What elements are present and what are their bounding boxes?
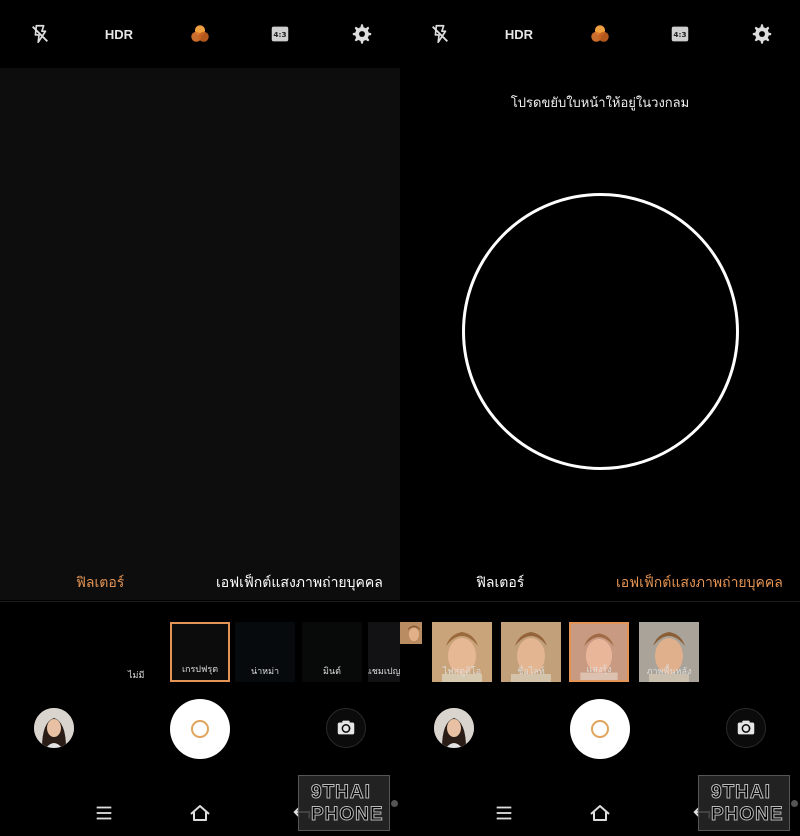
tab-portrait-lighting[interactable]: เอฟเฟ็กต์แสงภาพถ่ายบุคคล: [616, 572, 783, 594]
filter-icon[interactable]: [188, 22, 212, 46]
gallery-avatar[interactable]: [34, 708, 74, 748]
effect-studio-light[interactable]: ไฟสตูดิโอ: [432, 622, 492, 682]
filter-label: น่าหม่า: [250, 667, 280, 677]
tab-filter[interactable]: ฟิลเตอร์: [476, 572, 524, 594]
home-icon[interactable]: [188, 801, 212, 825]
watermark-line1: 9THAI: [311, 782, 371, 804]
watermark-logo: 9THAI PHONE: [298, 775, 390, 831]
camera-screen-portrait: HDR 4:3 โปรดขยับใบหน้าให้อยู่ในวงกลม ฟิล…: [400, 0, 800, 836]
switch-camera-icon[interactable]: [726, 708, 766, 748]
effect-contour-light[interactable]: ชื่อไลท์: [501, 622, 561, 682]
filter-grapefruit[interactable]: เกรปฟรุต: [170, 622, 230, 682]
flash-off-icon[interactable]: [28, 22, 52, 46]
watermark-dot: [391, 800, 398, 807]
gear-icon[interactable]: [750, 22, 774, 46]
svg-text:4:3: 4:3: [673, 30, 686, 39]
effect-label: ชื่อไลท์: [517, 667, 545, 677]
gear-icon[interactable]: [350, 22, 374, 46]
home-icon[interactable]: [588, 801, 612, 825]
divider: [400, 601, 800, 602]
filter-none-label[interactable]: ไม่มี: [128, 668, 144, 682]
shutter-button[interactable]: [170, 699, 230, 759]
watermark-line2: PHONE: [311, 804, 384, 826]
effect-thumb-partial[interactable]: [400, 622, 422, 682]
camera-screen-filter: HDR 4:3 ฟิลเตอร์ เอฟเฟ็กต์แสงภาพถ่ายบุคค…: [0, 0, 400, 836]
switch-camera-icon[interactable]: [326, 708, 366, 748]
watermark-logo: 9THAI PHONE: [698, 775, 790, 831]
camera-topbar: HDR 4:3: [400, 0, 800, 68]
filter-mint[interactable]: มินต์: [302, 622, 362, 682]
svg-text:4:3: 4:3: [273, 30, 286, 39]
filter-label: มินต์: [323, 667, 341, 677]
shutter-button[interactable]: [570, 699, 630, 759]
face-guide-circle: [462, 193, 739, 470]
menu-icon[interactable]: [492, 801, 516, 825]
aspect-ratio-icon[interactable]: 4:3: [668, 22, 692, 46]
face-instruction-text: โปรดขยับใบหน้าให้อยู่ในวงกลม: [510, 96, 690, 111]
menu-icon[interactable]: [92, 801, 116, 825]
shutter-ring-icon: [191, 720, 209, 738]
effect-rainbow-light[interactable]: แสงรุ้ง: [569, 622, 629, 682]
gallery-avatar[interactable]: [434, 708, 474, 748]
filter-thumb[interactable]: น่าหม่า: [235, 622, 295, 682]
filter-icon[interactable]: [588, 22, 612, 46]
flash-off-icon[interactable]: [428, 22, 452, 46]
camera-topbar: HDR 4:3: [0, 0, 400, 68]
filter-label: แชมเปญ: [368, 667, 400, 677]
watermark-line1: 9THAI: [711, 782, 771, 804]
effect-label: ไฟสตูดิโอ: [442, 667, 482, 677]
tab-filter[interactable]: ฟิลเตอร์: [76, 572, 124, 594]
filter-champagne[interactable]: แชมเปญ: [368, 622, 400, 682]
hdr-toggle[interactable]: HDR: [499, 22, 539, 46]
aspect-ratio-icon[interactable]: 4:3: [268, 22, 292, 46]
shutter-ring-icon: [591, 720, 609, 738]
camera-viewfinder[interactable]: [0, 68, 400, 600]
effect-background[interactable]: ภาพพื้นหลัง: [639, 622, 699, 682]
effect-label: แสงรุ้ง: [586, 665, 612, 675]
effect-label: ภาพพื้นหลัง: [646, 667, 692, 677]
filter-label: เกรปฟรุต: [181, 665, 219, 675]
hdr-toggle[interactable]: HDR: [99, 22, 139, 46]
watermark-line2: PHONE: [711, 804, 784, 826]
watermark-dot: [791, 800, 798, 807]
divider: [0, 601, 400, 602]
tab-portrait-lighting[interactable]: เอฟเฟ็กต์แสงภาพถ่ายบุคคล: [216, 572, 383, 594]
